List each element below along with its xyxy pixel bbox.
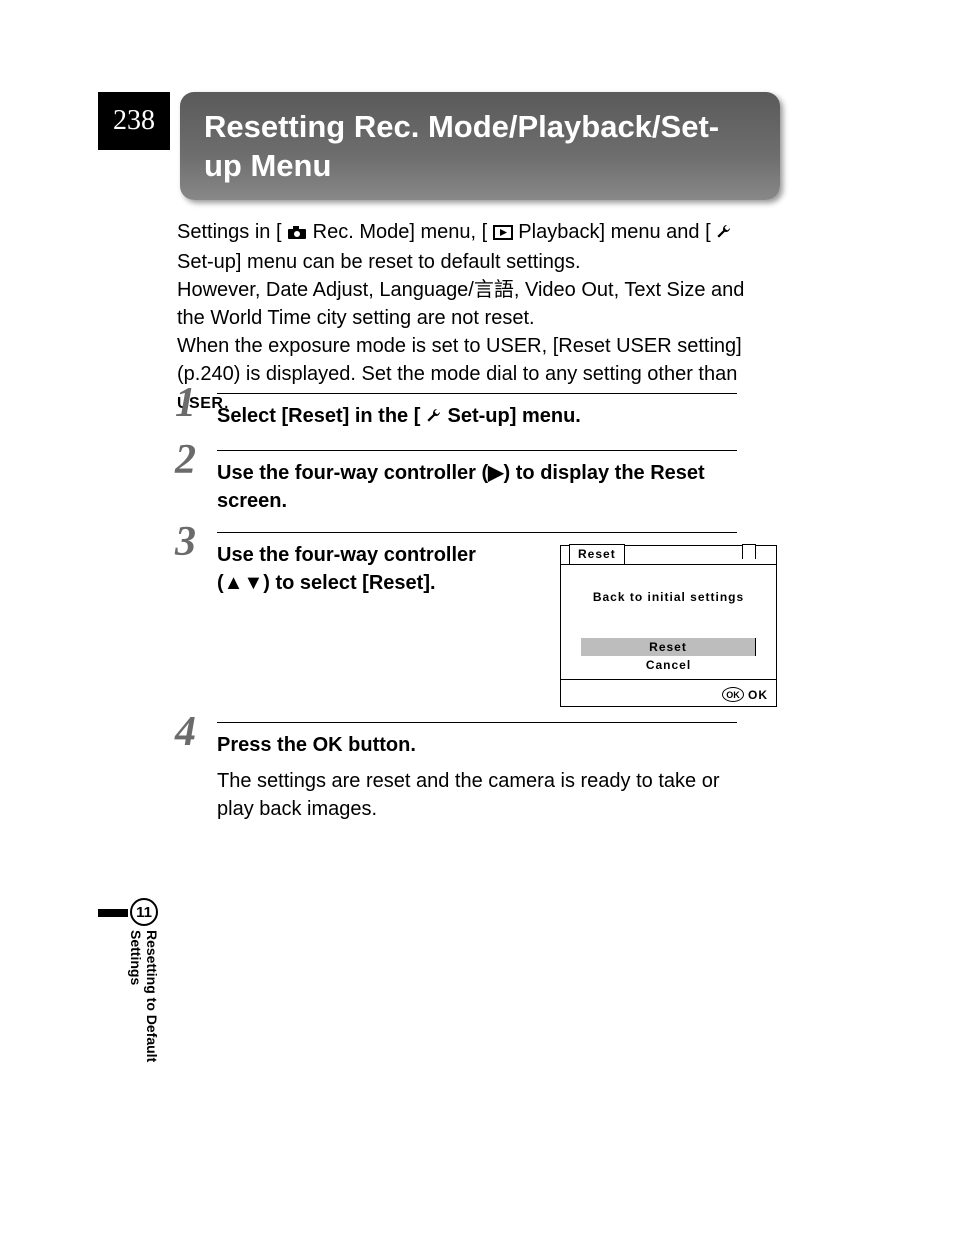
step-number: 2 (175, 436, 196, 484)
lcd-message: Back to initial settings (561, 590, 776, 604)
page-title: Resetting Rec. Mode/Playback/Set-up Menu (180, 92, 780, 200)
intro-text: When the exposure mode is set to USER, [… (177, 335, 742, 385)
camera-icon (287, 220, 307, 248)
ok-label: OK (748, 688, 768, 702)
intro-text: Rec. Mode] menu, [ (313, 221, 488, 243)
intro-paragraph: Settings in [ Rec. Mode] menu, [ Playbac… (177, 218, 757, 416)
step-text: Select [Reset] in the [ (217, 405, 420, 427)
ok-button-icon: OK (722, 687, 744, 702)
divider (217, 722, 737, 723)
step-text: Press the (217, 734, 313, 756)
step-instruction: Use the four-way controller (▲▼) to sele… (217, 541, 517, 597)
chapter-label: Resetting to Default Settings (120, 930, 168, 1110)
divider (217, 393, 737, 394)
page-number: 238 (98, 92, 170, 150)
step-instruction: Use the four-way controller (▶) to displ… (217, 459, 737, 515)
intro-text: Playback] menu and [ (518, 221, 710, 243)
step-text: Use the four-way controller ( (217, 462, 488, 484)
divider (561, 679, 776, 680)
intro-text: However, Date Adjust, Language/ (177, 279, 474, 301)
divider (561, 564, 776, 565)
step-instruction: Press the OK button. (217, 731, 737, 759)
playback-icon (493, 220, 513, 248)
step-body: The settings are reset and the camera is… (217, 767, 737, 823)
intro-text: Settings in [ (177, 221, 282, 243)
step-text: Set-up] menu. (448, 405, 581, 427)
wrench-icon (716, 220, 732, 248)
step-1: 1 Select [Reset] in the [ Set-up] menu. (177, 393, 777, 432)
arrow-up-icon: ▲ (224, 572, 244, 594)
lcd-tab-spacer (742, 544, 756, 559)
step-text: button. (343, 734, 416, 756)
chapter-badge: 11 (130, 898, 158, 926)
divider (217, 532, 737, 533)
step-2: 2 Use the four-way controller (▶) to dis… (177, 450, 777, 515)
step-number: 1 (175, 379, 196, 427)
step-instruction: Select [Reset] in the [ Set-up] menu. (217, 402, 737, 432)
wrench-icon (426, 404, 442, 432)
step-number: 4 (175, 708, 196, 756)
lcd-tab: Reset (569, 544, 625, 565)
lcd-footer: OK OK (722, 687, 768, 702)
arrow-right-icon: ▶ (488, 462, 503, 484)
lcd-reset-panel: Reset Back to initial settings Reset Can… (560, 545, 777, 707)
ok-button-label: OK (313, 731, 343, 759)
step-4: 4 Press the OK button. The settings are … (177, 722, 777, 823)
lcd-option-cancel: Cancel (581, 656, 756, 674)
language-glyph: 言語 (474, 279, 514, 301)
step-text: ) to select [Reset]. (263, 572, 435, 594)
lcd-option-reset: Reset (581, 638, 756, 656)
intro-text: Set-up] menu can be reset to default set… (177, 251, 581, 273)
step-number: 3 (175, 518, 196, 566)
arrow-down-icon: ▼ (243, 572, 263, 594)
divider (217, 450, 737, 451)
